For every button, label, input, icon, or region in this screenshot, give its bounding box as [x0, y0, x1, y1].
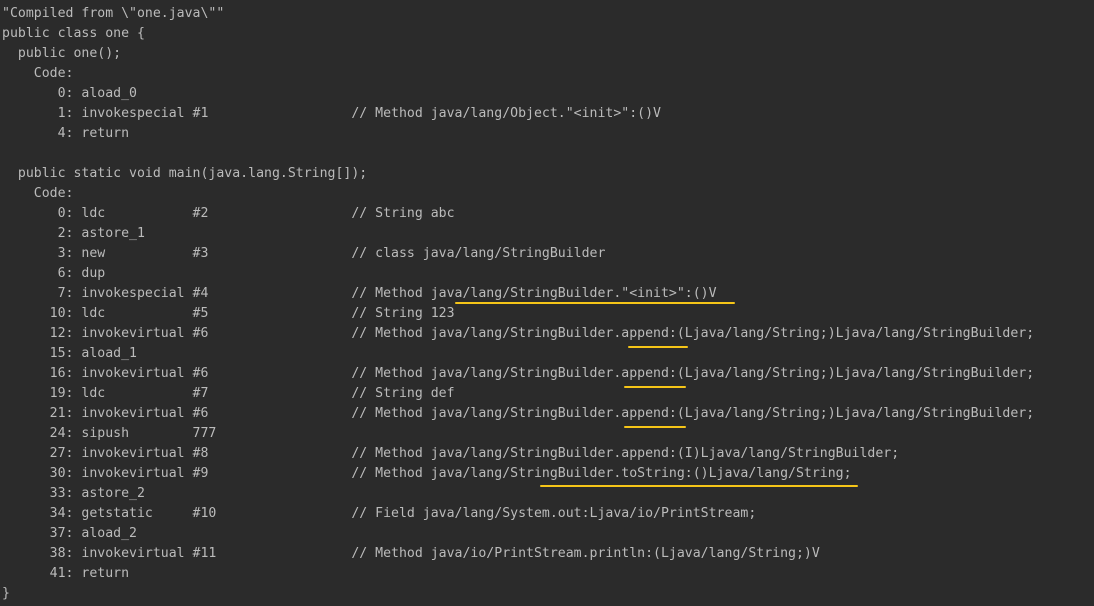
output-line: 24: sipush 777 [2, 426, 217, 441]
output-line: public one(); [2, 46, 122, 61]
output-line: 3: new #3 // class java/lang/StringBuild… [2, 246, 606, 261]
highlight-underline [540, 485, 858, 487]
output-line: 2: astore_1 [2, 226, 145, 241]
output-line: 15: aload_1 [2, 346, 137, 361]
output-line: 41: return [2, 566, 130, 581]
output-line: public class one { [2, 26, 145, 41]
output-line: public static void main(java.lang.String… [2, 166, 368, 181]
output-line: "Compiled from \"one.java\"" [2, 6, 225, 21]
output-line: 16: invokevirtual #6 // Method java/lang… [2, 366, 1035, 381]
output-line: Code: [2, 66, 74, 81]
output-line: 1: invokespecial #1 // Method java/lang/… [2, 106, 661, 121]
output-line: 7: invokespecial #4 // Method java/lang/… [2, 286, 717, 301]
highlight-underline [624, 426, 686, 428]
terminal-output: "Compiled from \"one.java\"" public clas… [0, 0, 1094, 606]
output-line: 37: aload_2 [2, 526, 137, 541]
output-line: 10: ldc #5 // String 123 [2, 306, 455, 321]
output-line: 4: return [2, 126, 130, 141]
output-line: 30: invokevirtual #9 // Method java/lang… [2, 466, 852, 481]
output-line: } [2, 586, 10, 601]
output-line: 34: getstatic #10 // Field java/lang/Sys… [2, 506, 757, 521]
output-line: 21: invokevirtual #6 // Method java/lang… [2, 406, 1035, 421]
highlight-underline [455, 302, 735, 304]
output-line: 19: ldc #7 // String def [2, 386, 455, 401]
output-line: 33: astore_2 [2, 486, 145, 501]
output-line: 27: invokevirtual #8 // Method java/lang… [2, 446, 900, 461]
output-line: Code: [2, 186, 74, 201]
highlight-underline [628, 346, 688, 348]
output-line: 0: aload_0 [2, 86, 137, 101]
highlight-underline [624, 386, 686, 388]
output-line: 12: invokevirtual #6 // Method java/lang… [2, 326, 1035, 341]
output-line: 6: dup [2, 266, 106, 281]
output-line: 0: ldc #2 // String abc [2, 206, 455, 221]
output-line: 38: invokevirtual #11 // Method java/io/… [2, 546, 820, 561]
